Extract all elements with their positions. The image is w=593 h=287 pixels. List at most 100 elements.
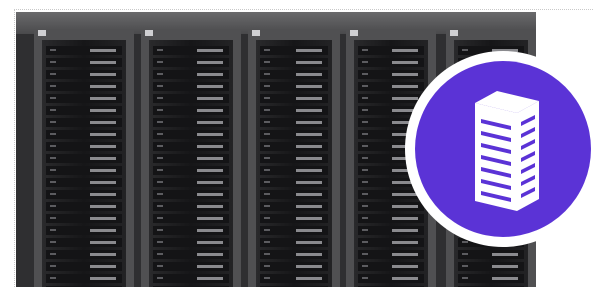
server-unit-panel: [197, 241, 223, 244]
server-unit-panel: [296, 217, 322, 220]
server-unit-panel: [392, 253, 418, 256]
server-unit-panel: [197, 145, 223, 148]
server-unit-handle: [462, 241, 468, 243]
server-unit-handle: [50, 253, 56, 255]
server-unit-handle: [157, 97, 163, 99]
server-unit-panel: [197, 169, 223, 172]
server-unit-panel: [90, 49, 116, 52]
server-unit-handle: [362, 61, 368, 63]
server-unit-handle: [50, 277, 56, 279]
server-unit-handle: [50, 229, 56, 231]
server-unit-panel: [90, 121, 116, 124]
server-unit-handle: [157, 61, 163, 63]
server-unit-handle: [362, 241, 368, 243]
server-unit-handle: [157, 73, 163, 75]
server-unit-panel: [90, 229, 116, 232]
server-unit-handle: [362, 277, 368, 279]
server-unit-panel: [296, 109, 322, 112]
server-unit-handle: [157, 229, 163, 231]
server-unit-handle: [50, 217, 56, 219]
server-unit-panel: [197, 205, 223, 208]
server-unit-handle: [264, 97, 270, 99]
badge-circle: [415, 61, 591, 237]
server-unit-panel: [197, 265, 223, 268]
server-unit-panel: [296, 253, 322, 256]
server-unit-panel: [392, 49, 418, 52]
server-unit-handle: [264, 133, 270, 135]
server-unit-handle: [264, 157, 270, 159]
server-unit-handle: [157, 169, 163, 171]
server-unit-handle: [264, 217, 270, 219]
server-unit-handle: [264, 253, 270, 255]
server-unit-panel: [197, 181, 223, 184]
server-unit-handle: [157, 181, 163, 183]
server-unit-handle: [50, 61, 56, 63]
server-unit-panel: [296, 157, 322, 160]
server-unit-handle: [362, 253, 368, 255]
server-unit-panel: [296, 145, 322, 148]
server-unit-panel: [296, 85, 322, 88]
server-unit-panel: [90, 193, 116, 196]
server-unit-handle: [50, 109, 56, 111]
server-unit-panel: [90, 205, 116, 208]
server-unit-handle: [362, 49, 368, 51]
server-unit-handle: [50, 85, 56, 87]
server-unit-handle: [362, 145, 368, 147]
server-unit-panel: [197, 229, 223, 232]
server-unit-panel: [296, 169, 322, 172]
server-unit-panel: [90, 109, 116, 112]
server-unit-panel: [90, 85, 116, 88]
server-badge: [405, 51, 593, 247]
server-unit-handle: [50, 265, 56, 267]
server-unit-panel: [296, 121, 322, 124]
server-unit-panel: [296, 97, 322, 100]
server-unit-handle: [157, 193, 163, 195]
server-unit-panel: [492, 265, 518, 268]
server-unit-panel: [90, 157, 116, 160]
server-unit-handle: [264, 73, 270, 75]
server-unit-handle: [264, 109, 270, 111]
server-unit-handle: [264, 61, 270, 63]
server-unit-handle: [362, 157, 368, 159]
server-rack-icon: [475, 91, 539, 211]
server-unit-handle: [50, 97, 56, 99]
server-unit-panel: [197, 97, 223, 100]
server-unit-handle: [157, 85, 163, 87]
rack-top-cap: [252, 30, 260, 36]
server-unit-panel: [296, 229, 322, 232]
frame-left-border: [14, 9, 15, 287]
server-unit-panel: [197, 217, 223, 220]
server-unit-handle: [362, 229, 368, 231]
server-unit-panel: [197, 109, 223, 112]
server-unit-panel: [197, 133, 223, 136]
server-unit-handle: [50, 181, 56, 183]
server-unit-panel: [197, 73, 223, 76]
server-unit-panel: [197, 157, 223, 160]
server-unit-panel: [90, 241, 116, 244]
server-unit-panel: [90, 265, 116, 268]
server-unit-panel: [90, 133, 116, 136]
server-unit-panel: [197, 85, 223, 88]
image-frame: [0, 0, 593, 287]
server-unit-panel: [392, 241, 418, 244]
server-unit-handle: [362, 169, 368, 171]
server-unit-handle: [264, 229, 270, 231]
server-unit-handle: [157, 133, 163, 135]
server-unit-handle: [462, 277, 468, 279]
server-unit-panel: [296, 277, 322, 280]
server-unit-handle: [50, 121, 56, 123]
server-unit-handle: [362, 193, 368, 195]
server-unit-handle: [264, 241, 270, 243]
server-unit-handle: [462, 265, 468, 267]
server-unit-panel: [90, 253, 116, 256]
server-unit-panel: [197, 121, 223, 124]
server-unit-panel: [197, 61, 223, 64]
server-unit-handle: [157, 157, 163, 159]
server-unit-handle: [50, 145, 56, 147]
server-unit-handle: [264, 145, 270, 147]
server-unit-handle: [264, 277, 270, 279]
server-unit-handle: [157, 145, 163, 147]
server-unit-handle: [264, 193, 270, 195]
server-unit-panel: [90, 181, 116, 184]
server-unit-handle: [157, 205, 163, 207]
